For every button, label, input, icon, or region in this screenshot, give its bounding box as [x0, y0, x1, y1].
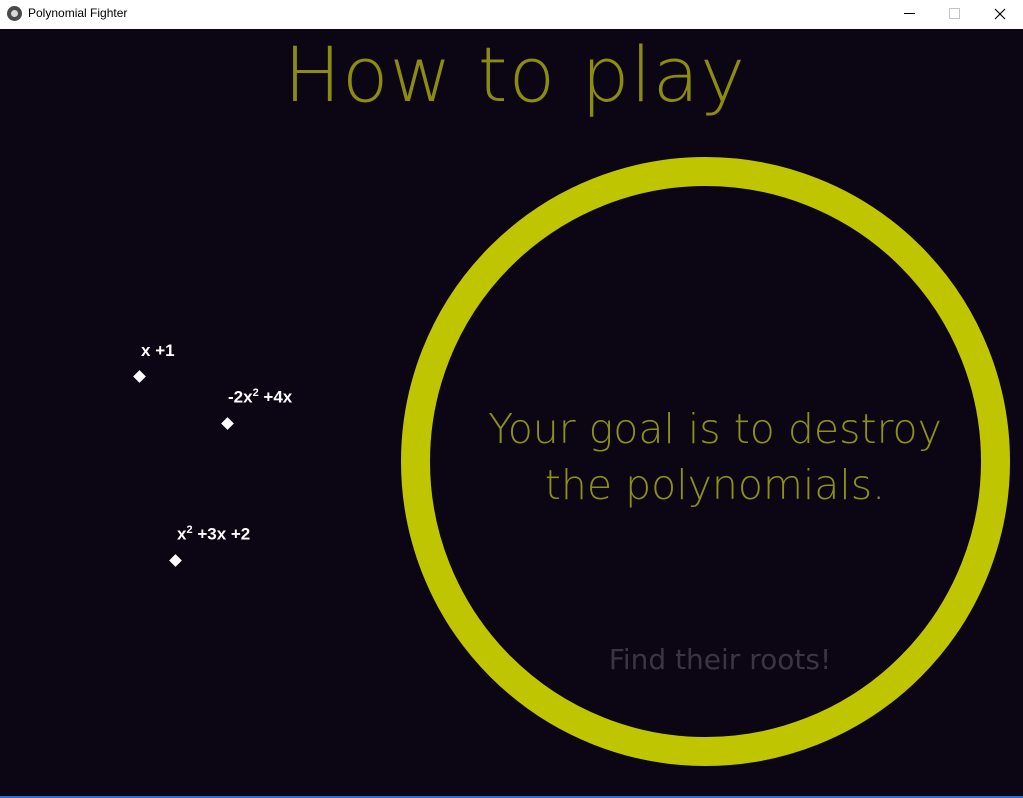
polynomial-label: x +1 [141, 341, 175, 361]
goal-line-1: Your goal is to destroy [488, 405, 942, 453]
maximize-button[interactable] [931, 0, 977, 29]
polynomial-term: +3x +2 [192, 524, 251, 544]
minimize-button[interactable] [886, 0, 932, 29]
window-titlebar: Polynomial Fighter [0, 0, 1023, 29]
window-title: Polynomial Fighter [28, 6, 128, 20]
app-icon [7, 6, 22, 21]
close-button[interactable] [977, 0, 1023, 29]
polynomial-label: x2 +3x +2 [177, 524, 250, 545]
page-title: How to play [283, 30, 747, 119]
goal-line-2: the polynomials. [544, 461, 886, 509]
goal-text: Your goal is to destroy the polynomials. [470, 401, 960, 513]
polynomial-term: -2x [228, 387, 253, 407]
polynomial-label: -2x2 +4x [228, 387, 292, 408]
polynomial-term: +1 [150, 341, 175, 360]
polynomial-term: +4x [258, 387, 293, 407]
close-icon [994, 8, 1006, 20]
hint-text: Find their roots! [608, 643, 832, 676]
